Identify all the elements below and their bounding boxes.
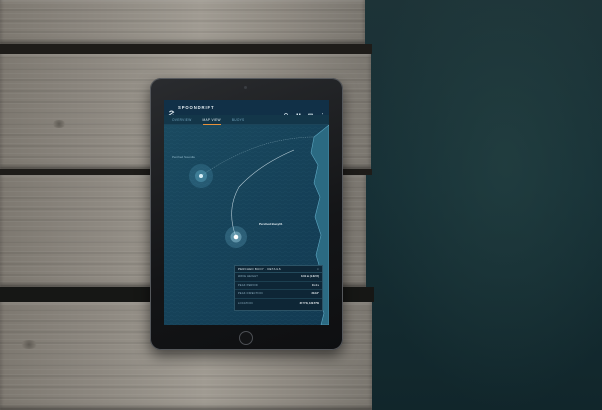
detail-row: WAVE HEIGHT 0.31 m (1.02 ft): [235, 273, 322, 282]
plank-gap: [0, 44, 372, 54]
detail-row: PEAK PERIOD 11.4 s: [235, 282, 322, 291]
app-bar: SPOONDRIFT: [164, 100, 329, 118]
photo-scene: SPOONDRIFT OVERVIEW MAP VIEW BUOYS Perch…: [0, 0, 602, 410]
buoy-marker: [199, 174, 203, 178]
detail-key: PEAK DIRECTION: [238, 292, 263, 296]
detail-key: PEAK PERIOD: [238, 283, 258, 287]
detail-row: LOCATION 37.5°N, 122.6°W: [235, 299, 322, 308]
tab-bar: OVERVIEW MAP VIEW BUOYS: [164, 115, 329, 125]
search-icon[interactable]: [284, 105, 289, 118]
detail-row: PEAK DIRECTION 213.6°: [235, 290, 322, 299]
marker-label: Perched Buoy01: [259, 222, 283, 226]
wood-knot: [20, 340, 38, 349]
grid-icon[interactable]: [296, 105, 301, 118]
buoy-marker: [233, 234, 239, 240]
panel-title: PERCHED BUOY · DETAILS: [238, 267, 281, 271]
detail-key: WAVE HEIGHT: [238, 275, 259, 279]
more-vertical-icon[interactable]: [320, 105, 325, 118]
water-background: [360, 0, 602, 410]
tab-buoys[interactable]: BUOYS: [232, 115, 245, 125]
tablet-screen: SPOONDRIFT OVERVIEW MAP VIEW BUOYS Perch…: [164, 100, 329, 325]
detail-key: LOCATION: [238, 301, 253, 305]
tab-map-view[interactable]: MAP VIEW: [202, 115, 222, 125]
wood-knot: [52, 120, 66, 128]
detail-value: 11.4 s: [311, 283, 319, 287]
detail-value: 37.5°N, 122.6°W: [299, 301, 319, 305]
buoy-detail-panel: PERCHED BUOY · DETAILS × WAVE HEIGHT 0.3…: [234, 265, 323, 311]
front-camera: [244, 86, 247, 89]
detail-value: 213.6°: [311, 292, 319, 296]
home-button[interactable]: [239, 331, 253, 345]
spoondrift-logo-icon: [168, 104, 175, 117]
calendar-icon[interactable]: [308, 105, 313, 118]
marker-label: Perched Soundle: [172, 155, 196, 159]
detail-value: 0.31 m (1.02 ft): [300, 275, 319, 279]
close-icon[interactable]: ×: [317, 267, 319, 271]
brand-name: SPOONDRIFT: [178, 105, 215, 110]
tab-overview[interactable]: OVERVIEW: [172, 115, 192, 125]
tablet-device: SPOONDRIFT OVERVIEW MAP VIEW BUOYS Perch…: [150, 78, 343, 350]
wood-plank: [0, 0, 365, 44]
